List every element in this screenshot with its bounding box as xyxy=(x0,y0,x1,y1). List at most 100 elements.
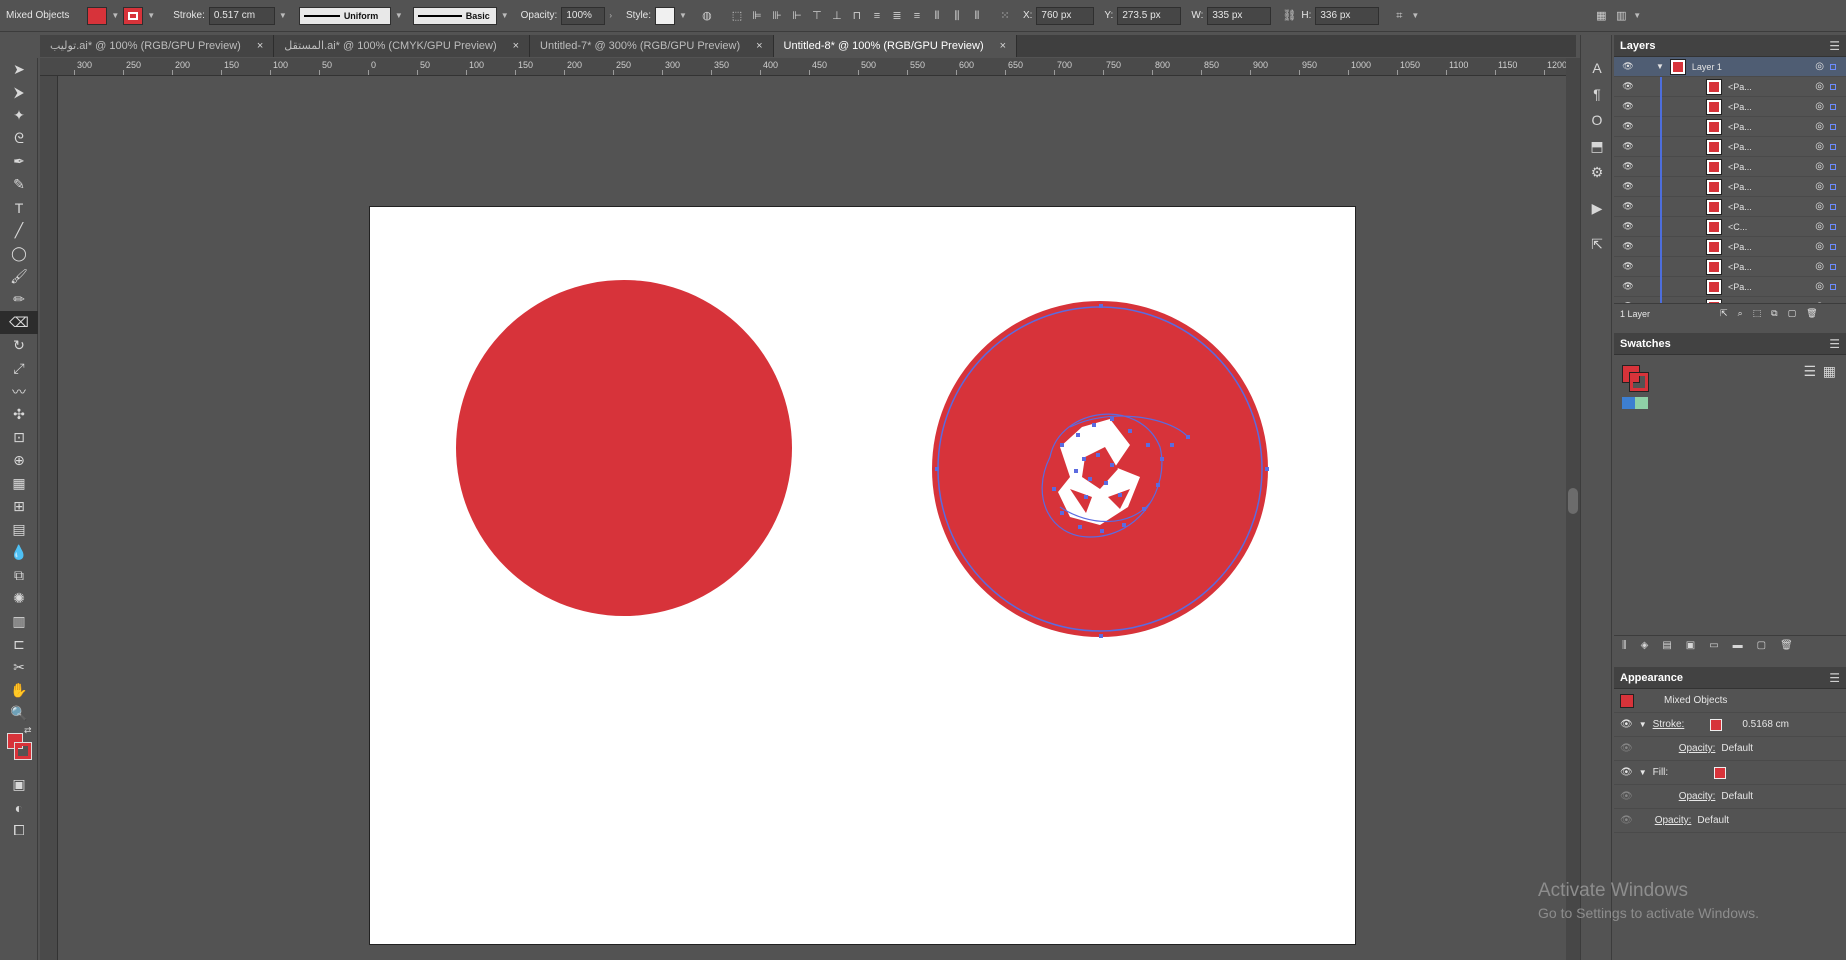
selection-indicator[interactable] xyxy=(1830,283,1836,290)
brush-definition-select[interactable]: Basic xyxy=(412,6,497,25)
artboard-tool-icon[interactable]: ⊏ xyxy=(0,633,38,656)
target-circle-icon[interactable]: ◎ xyxy=(1815,181,1824,192)
close-icon[interactable]: × xyxy=(513,35,519,57)
appearance-object-row[interactable]: Mixed Objects xyxy=(1614,689,1846,713)
path-name[interactable]: <Pa... xyxy=(1728,202,1808,212)
trash-icon[interactable]: 🗑 xyxy=(1806,308,1817,319)
x-position-field[interactable]: 760 px xyxy=(1036,6,1095,25)
swatches-panel-header[interactable]: Swatches ☰ xyxy=(1614,333,1846,355)
swatch-color-group[interactable] xyxy=(1622,397,1648,409)
align-bottom-icon[interactable]: ⊓ xyxy=(849,9,865,23)
chevron-down-icon[interactable]: ▼ xyxy=(395,11,403,20)
appearance-panel-header[interactable]: Appearance ☰ xyxy=(1614,667,1846,689)
graphic-style-chip[interactable] xyxy=(655,6,676,25)
warp-tool-icon[interactable]: 〰 xyxy=(0,380,38,403)
lasso-tool-icon[interactable]: ᘓ xyxy=(0,127,38,150)
document-tab[interactable]: المستقل.ai* @ 100% (CMYK/GPU Preview) × xyxy=(274,35,531,57)
free-transform-tool-icon[interactable]: ⊡ xyxy=(0,426,38,449)
collect-export-icon[interactable]: ⇱ xyxy=(1720,308,1728,319)
chevron-down-icon[interactable]: ▼ xyxy=(147,11,155,20)
pencil-tool-icon[interactable]: ✏ xyxy=(0,288,38,311)
line-segment-tool-icon[interactable]: ╱ xyxy=(0,219,38,242)
new-group-icon[interactable]: ▭ xyxy=(1709,640,1718,651)
slice-tool-icon[interactable]: ✂ xyxy=(0,656,38,679)
selection-indicator[interactable] xyxy=(1830,243,1836,250)
distribute-horizontal-center-icon[interactable]: ⫼ xyxy=(949,9,965,23)
image-trace-icon[interactable]: ⬒ xyxy=(1581,133,1613,159)
appearance-stroke-row[interactable]: 👁 ▼ Stroke: 0.5168 cm xyxy=(1614,713,1846,737)
fill-color-swatch[interactable] xyxy=(1714,766,1727,779)
show-kinds-icon[interactable]: ◈ xyxy=(1641,640,1649,651)
appearance-fill-row[interactable]: 👁 ▼ Fill: xyxy=(1614,761,1846,785)
eraser-tool-icon[interactable]: ⌫ xyxy=(0,311,38,334)
y-position-field[interactable]: 273.5 px xyxy=(1117,6,1182,25)
character-panel-icon[interactable]: A xyxy=(1581,55,1613,81)
eye-icon[interactable]: 👁 xyxy=(1620,121,1636,132)
stroke-swatch[interactable] xyxy=(14,742,32,760)
selection-tool-icon[interactable]: ➤ xyxy=(0,58,38,81)
arrange-documents-icon[interactable]: ▦ xyxy=(1593,9,1609,23)
align-left-icon[interactable]: ⊫ xyxy=(749,9,765,23)
stroke-label[interactable]: Stroke: xyxy=(1653,719,1685,730)
target-circle-icon[interactable]: ◎ xyxy=(1815,201,1824,212)
layer-row-child[interactable]: 👁 <Pa... ◎ xyxy=(1614,257,1846,277)
eye-icon[interactable]: 👁 xyxy=(1620,281,1636,292)
rotate-tool-icon[interactable]: ↻ xyxy=(0,334,38,357)
swatch-options-icon[interactable]: ▤ xyxy=(1662,640,1671,651)
selection-indicator[interactable] xyxy=(1830,63,1836,70)
vertical-scrollbar[interactable] xyxy=(1566,58,1580,960)
layer-row-child[interactable]: 👁 <Pa... ◎ xyxy=(1614,237,1846,257)
object-opacity-label[interactable]: Opacity: xyxy=(1655,815,1692,826)
chevron-down-icon[interactable]: ▼ xyxy=(1639,720,1647,729)
path-name[interactable]: <Pa... xyxy=(1728,122,1808,132)
path-name[interactable]: <Pa... xyxy=(1728,182,1808,192)
selection-indicator[interactable] xyxy=(1830,103,1836,110)
close-icon[interactable]: × xyxy=(1000,35,1006,57)
target-circle-icon[interactable]: ◎ xyxy=(1815,141,1824,152)
scrollbar-thumb[interactable] xyxy=(1568,488,1578,514)
column-graph-tool-icon[interactable]: ▥ xyxy=(0,610,38,633)
align-right-icon[interactable]: ⊩ xyxy=(789,9,805,23)
chevron-down-icon[interactable]: ▼ xyxy=(501,11,509,20)
horizontal-ruler[interactable]: 300 250 200 150 100 50 0 50 100 150 200 250 300 350 40… xyxy=(40,58,1566,76)
eye-icon[interactable]: 👁 xyxy=(1620,791,1633,802)
eye-icon[interactable]: 👁 xyxy=(1620,181,1636,192)
layer-row-child[interactable]: 👁 <Pa... ◎ xyxy=(1614,97,1846,117)
selection-indicator[interactable] xyxy=(1830,183,1836,190)
shape-builder-tool-icon[interactable]: ⊕ xyxy=(0,449,38,472)
export-icon[interactable]: ⇱ xyxy=(1581,231,1613,257)
selection-indicator[interactable] xyxy=(1830,83,1836,90)
grid-view-icon[interactable]: ▦ xyxy=(1823,363,1836,380)
layer-row-child[interactable]: 👁 <Pa... ◎ xyxy=(1614,197,1846,217)
screen-mode-icon[interactable]: ⧠ xyxy=(0,819,38,842)
appearance-stroke-opacity-row[interactable]: 👁 Opacity: Default xyxy=(1614,737,1846,761)
type-tool-icon[interactable]: T xyxy=(0,196,38,219)
layer-row-child[interactable]: 👁 <Pa... ◎ xyxy=(1614,277,1846,297)
swatch-libraries-icon[interactable]: ⫼ xyxy=(1622,640,1627,651)
chevron-down-icon[interactable]: ▼ xyxy=(679,11,687,20)
selection-indicator[interactable] xyxy=(1830,143,1836,150)
folder-icon[interactable]: ▬ xyxy=(1733,640,1743,651)
paragraph-panel-icon[interactable]: ¶ xyxy=(1581,81,1613,107)
swap-fill-stroke-icon[interactable]: ⇄ xyxy=(24,725,32,736)
path-name[interactable]: <C... xyxy=(1728,222,1808,232)
stroke-weight-field[interactable]: 0.517 cm xyxy=(208,6,275,25)
target-circle-icon[interactable]: ◎ xyxy=(1815,241,1824,252)
chevron-right-icon[interactable]: › xyxy=(609,11,612,20)
path-name[interactable]: <Pa... xyxy=(1728,102,1808,112)
selection-indicator[interactable] xyxy=(1830,123,1836,130)
direct-selection-tool-icon[interactable]: ⮞ xyxy=(0,81,38,104)
eye-icon[interactable]: 👁 xyxy=(1620,221,1636,232)
eye-icon[interactable]: 👁 xyxy=(1620,743,1633,754)
clipping-mask-icon[interactable]: ⬚ xyxy=(1753,308,1762,319)
close-icon[interactable]: × xyxy=(756,35,762,57)
close-icon[interactable]: × xyxy=(257,35,263,57)
align-to-selection-icon[interactable]: ⬚ xyxy=(729,9,745,23)
path-name[interactable]: <Pa... xyxy=(1728,82,1808,92)
layer-row-child[interactable]: 👁 <Pa... ◎ xyxy=(1614,157,1846,177)
panel-menu-icon[interactable]: ☰ xyxy=(1829,39,1840,53)
target-circle-icon[interactable]: ◎ xyxy=(1815,161,1824,172)
magic-wand-tool-icon[interactable]: ✦ xyxy=(0,104,38,127)
selection-indicator[interactable] xyxy=(1830,163,1836,170)
zoom-tool-icon[interactable]: 🔍 xyxy=(0,702,38,725)
